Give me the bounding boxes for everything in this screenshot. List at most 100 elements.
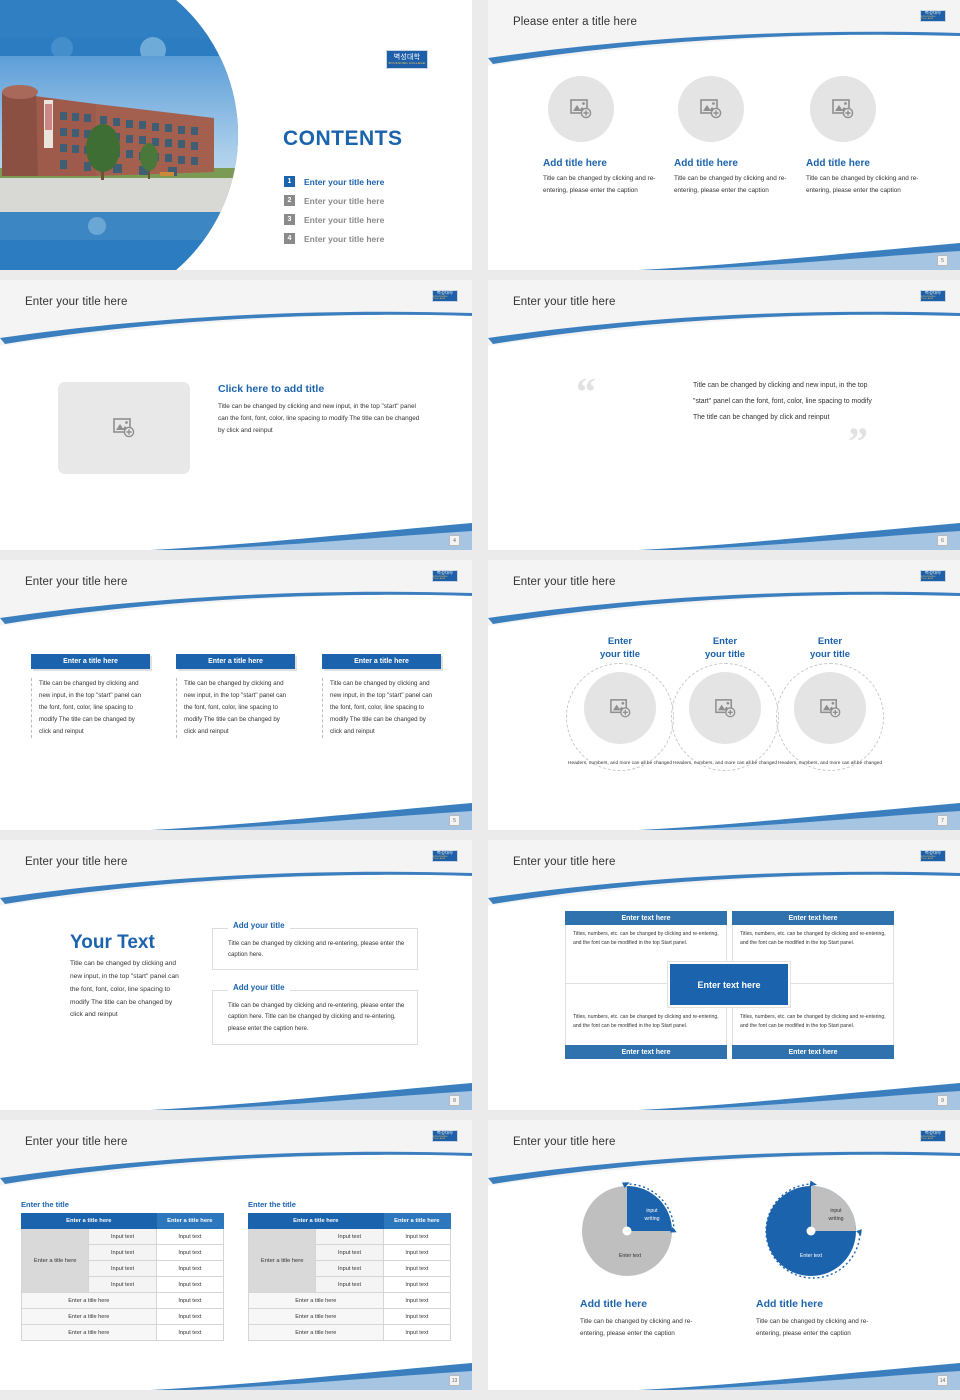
- top-swoosh: [488, 871, 960, 906]
- image-placeholder-1[interactable]: [548, 76, 614, 142]
- slide-your-text[interactable]: Enter your title here 벽성대학 BYUKSUNG COLL…: [0, 840, 472, 1110]
- image-placeholder-icon: [570, 99, 592, 119]
- top-swoosh: [488, 311, 960, 346]
- college-logo: 벽성대학 BYUKSUNG COLLEGE: [386, 50, 428, 69]
- image-placeholder-3[interactable]: [794, 672, 866, 744]
- table-cell: Input text: [382, 1244, 452, 1261]
- toc-item-1[interactable]: 1 Enter your title here: [284, 172, 464, 191]
- image-placeholder-3[interactable]: [810, 76, 876, 142]
- table-row: Enter a title here Input text: [21, 1308, 225, 1325]
- pie-1-rest-label: Enter text: [618, 1253, 642, 1259]
- slide-quote[interactable]: Enter your title here 벽성대학 BYUKSUNG COLL…: [488, 280, 960, 550]
- close-quote-icon: ”: [848, 419, 868, 464]
- table-cell: Input text: [88, 1244, 157, 1261]
- table-cell: Input text: [382, 1292, 452, 1309]
- bottom-swoosh: [150, 803, 472, 830]
- matrix-text-bottom-left: Titles, numbers, etc. can be changed by …: [573, 1014, 719, 1030]
- column-header-1[interactable]: Enter a title here: [31, 654, 150, 669]
- slide-deck: 벽성대학 BYUKSUNG COLLEGE CONTENTS 1 Enter y…: [0, 0, 960, 1400]
- table-cell: Input text: [88, 1260, 157, 1277]
- image-placeholder-icon: [700, 99, 722, 119]
- table-row: Enter a title here Input text: [248, 1324, 452, 1341]
- table-cell: Input text: [88, 1276, 157, 1293]
- matrix-text-bottom-right: Titles, numbers, etc. can be changed by …: [740, 1014, 886, 1030]
- table-cell: Input text: [315, 1244, 384, 1261]
- column-header-2[interactable]: Enter a title here: [176, 654, 295, 669]
- feature-body: Title can be changed by clicking and re-…: [806, 175, 919, 194]
- table-cell: Input text: [315, 1228, 384, 1245]
- image-placeholder-2[interactable]: [678, 76, 744, 142]
- image-placeholder-icon: [609, 698, 630, 717]
- bottom-swoosh: [150, 1363, 472, 1390]
- table-block-right: Enter the title Enter a title here Enter…: [247, 1200, 452, 1341]
- image-placeholder-1[interactable]: [584, 672, 656, 744]
- slide-tables[interactable]: Enter your title here 벽성대학 BYUKSUNG COLL…: [0, 1120, 472, 1390]
- table-of-contents: 1 Enter your title here 2 Enter your tit…: [284, 172, 464, 248]
- pie-chart-2[interactable]: [756, 1178, 874, 1290]
- table-side-label: Enter a title here: [20, 1228, 90, 1293]
- table-cell: Input text: [382, 1276, 452, 1293]
- column-body-3: Title can be changed by clicking and new…: [322, 678, 435, 739]
- page-number: 9: [937, 1095, 948, 1106]
- toc-label: Enter your title here: [304, 195, 385, 206]
- pie-chart-1[interactable]: [578, 1178, 684, 1284]
- main-body: Title can be changed by clicking and new…: [70, 960, 179, 1019]
- pie-2-slice-label-line1: input: [830, 1208, 842, 1214]
- matrix-header-bottom-right[interactable]: Enter text here: [732, 1045, 894, 1059]
- table-cell: Enter a title here: [21, 1308, 157, 1325]
- table-header-cell: Enter a title here: [382, 1213, 452, 1229]
- contents-heading: CONTENTS: [283, 127, 403, 150]
- toc-number: 4: [284, 233, 295, 244]
- table-side-label: Enter a title here: [247, 1228, 317, 1293]
- page-number: 6: [937, 535, 948, 546]
- page-number: 13: [449, 1375, 460, 1386]
- slide-dashed-circles[interactable]: Enter your title here 벽성대학 BYUKSUNG COLL…: [488, 560, 960, 830]
- table-row: Enter a title here Input text Input text: [247, 1228, 452, 1293]
- ring-caption-3: Headers, numbers, and more can all be ch…: [778, 761, 882, 766]
- slide-pie-charts[interactable]: Enter your title here 벽성대학 BYUKSUNG COLL…: [488, 1120, 960, 1390]
- toc-number: 3: [284, 214, 295, 225]
- top-swoosh: [488, 591, 960, 626]
- table-cell: Input text: [382, 1260, 452, 1277]
- table-cell: Input text: [155, 1260, 225, 1277]
- info-card-2-title: Add your title: [228, 983, 290, 992]
- image-placeholder-icon: [819, 698, 840, 717]
- feature-column-1: Add title here Title can be changed by c…: [543, 158, 671, 197]
- data-table[interactable]: Enter a title here Enter a title here En…: [247, 1213, 452, 1341]
- info-card-1-title: Add your title: [228, 921, 290, 930]
- image-placeholder-2[interactable]: [689, 672, 761, 744]
- matrix-text-top-left: Titles, numbers, etc. can be changed by …: [573, 931, 719, 947]
- feature-column-3: Add title here Title can be changed by c…: [806, 158, 934, 197]
- toc-item-2[interactable]: 2 Enter your title here: [284, 191, 464, 210]
- cover-artwork: [0, 0, 240, 270]
- slide-three-circles[interactable]: Please enter a title here 벽성대학 BYUKSUNG …: [488, 0, 960, 270]
- table-cell: Enter a title here: [248, 1308, 384, 1325]
- image-placeholder[interactable]: [58, 382, 190, 474]
- matrix-header-bottom-left[interactable]: Enter text here: [565, 1045, 727, 1059]
- logo-english-text: BYUKSUNG COLLEGE: [388, 60, 426, 65]
- table-cell: Input text: [155, 1228, 225, 1245]
- toc-item-3[interactable]: 3 Enter your title here: [284, 210, 464, 229]
- table-cell: Input text: [315, 1276, 384, 1293]
- column-header-3[interactable]: Enter a title here: [322, 654, 441, 669]
- matrix-header-top-right[interactable]: Enter text here: [732, 911, 894, 925]
- page-number: 14: [937, 1375, 948, 1386]
- table-cell: Input text: [315, 1260, 384, 1277]
- feature-body: Title can be changed by clicking and re-…: [674, 175, 787, 194]
- table-row: Enter a title here Input text: [21, 1292, 225, 1309]
- bottom-swoosh: [638, 803, 960, 830]
- content-headline: Click here to add title: [218, 383, 325, 395]
- table-header-cell: Enter a title here: [21, 1213, 157, 1229]
- matrix-center-box[interactable]: Enter text here: [668, 962, 790, 1007]
- top-swoosh: [0, 591, 472, 626]
- data-table[interactable]: Enter a title here Enter a title here En…: [20, 1213, 225, 1341]
- toc-item-4[interactable]: 4 Enter your title here: [284, 229, 464, 248]
- matrix-header-top-left[interactable]: Enter text here: [565, 911, 727, 925]
- slide-three-header-boxes[interactable]: Enter your title here 벽성대학 BYUKSUNG COLL…: [0, 560, 472, 830]
- slide-image-text[interactable]: Enter your title here 벽성대학 BYUKSUNG COLL…: [0, 280, 472, 550]
- slide-cover[interactable]: 벽성대학 BYUKSUNG COLLEGE CONTENTS 1 Enter y…: [0, 0, 472, 270]
- cover-graphic-svg: [0, 0, 238, 270]
- table-cell: Input text: [155, 1276, 225, 1293]
- slide-quad-matrix[interactable]: Enter your title here 벽성대학 BYUKSUNG COLL…: [488, 840, 960, 1110]
- table-header-cell: Enter a title here: [248, 1213, 384, 1229]
